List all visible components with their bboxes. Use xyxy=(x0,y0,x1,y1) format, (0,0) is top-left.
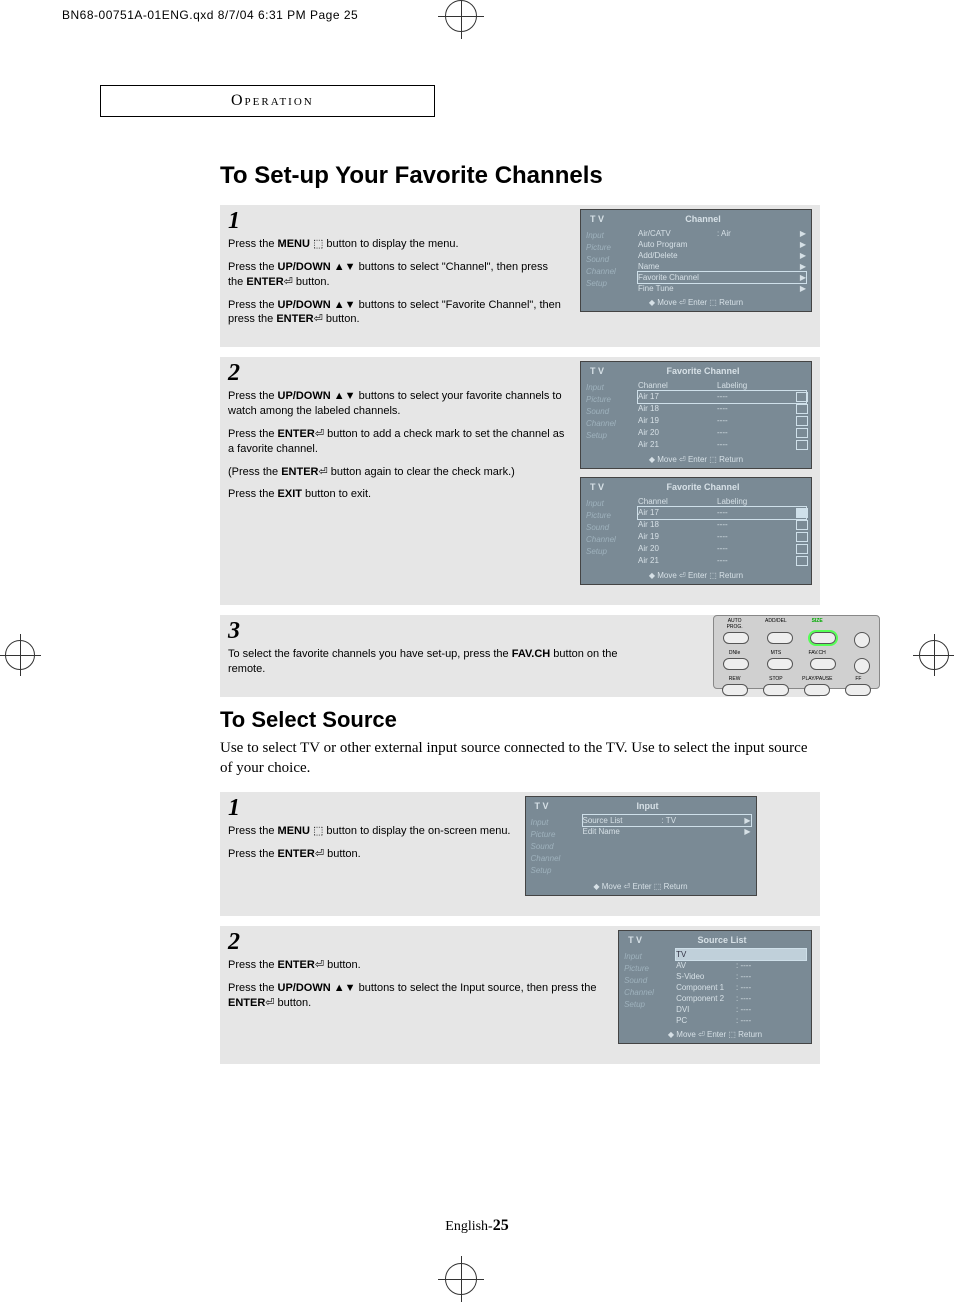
source-step-2: 2 Press the ENTER⏎ button. Press the UP/… xyxy=(220,926,820,1064)
step-2-number: 2 xyxy=(228,361,566,385)
heading-select-source: To Select Source xyxy=(220,707,820,733)
step-1-number: 1 xyxy=(228,209,566,233)
registration-mark-bottom xyxy=(445,1263,477,1295)
step-2-text: Press the UP/DOWN ▲▼ buttons to select y… xyxy=(228,389,566,502)
source-step-2-number: 2 xyxy=(228,930,604,954)
osd-channel-menu: T VChannel InputPictureSoundChannelSetup… xyxy=(580,209,812,335)
step-1-text: Press the MENU ⬚ button to display the m… xyxy=(228,237,566,327)
source-step-1-number: 1 xyxy=(228,796,511,820)
source-description: Use to select TV or other external input… xyxy=(220,738,820,779)
osd-input-menu: T VInput InputPictureSoundChannelSetup S… xyxy=(525,796,757,896)
step-2: 2 Press the UP/DOWN ▲▼ buttons to select… xyxy=(220,357,820,605)
osd-favorite-checked: T VFavorite Channel InputPictureSoundCha… xyxy=(580,477,812,585)
osd-source-list: T VSource List InputPictureSoundChannelS… xyxy=(618,930,812,1044)
source-step-2-text: Press the ENTER⏎ button. Press the UP/DO… xyxy=(228,958,604,1011)
step-3-text: To select the favorite channels you have… xyxy=(228,647,628,677)
registration-mark-right xyxy=(919,640,949,670)
source-step-1: 1 Press the MENU ⬚ button to display the… xyxy=(220,792,820,916)
registration-mark-left xyxy=(5,640,35,670)
registration-mark-top xyxy=(445,0,477,32)
step-3: 3 To select the favorite channels you ha… xyxy=(220,615,820,697)
osd-favorite-unchecked: T VFavorite Channel InputPictureSoundCha… xyxy=(580,361,812,469)
source-step-1-text: Press the MENU ⬚ button to display the o… xyxy=(228,824,511,862)
print-header: BN68-00751A-01ENG.qxd 8/7/04 6:31 PM Pag… xyxy=(62,8,358,22)
remote-diagram: AUTO PROG. ADD/DEL SIZE DNIe MTS FAV.CH xyxy=(713,615,880,689)
heading-favorite-channels: To Set-up Your Favorite Channels xyxy=(220,162,820,190)
section-header-operation: Operation xyxy=(100,85,435,117)
page-footer: English-25 xyxy=(0,1217,954,1235)
step-1: 1 Press the MENU ⬚ button to display the… xyxy=(220,205,820,347)
